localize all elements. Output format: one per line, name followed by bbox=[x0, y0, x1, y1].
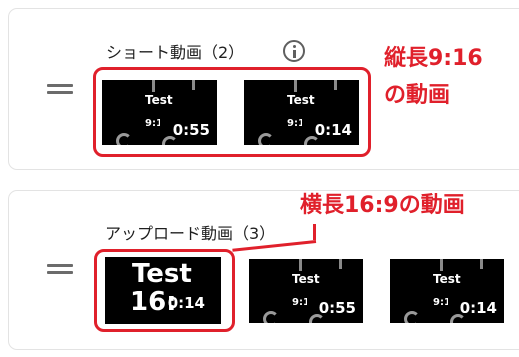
annotation-connector bbox=[313, 224, 316, 240]
video-title: Test bbox=[433, 272, 461, 286]
shorts-highlight-box bbox=[93, 67, 371, 157]
upload-video-thumbnail[interactable]: Test 9:1 0:55 bbox=[249, 259, 363, 323]
upload-video-thumbnail[interactable]: Test 9:1 0:14 bbox=[390, 259, 504, 323]
video-ratio: 9:1 bbox=[433, 297, 448, 308]
info-icon[interactable] bbox=[283, 40, 305, 62]
thumb-decoration bbox=[404, 311, 420, 323]
shorts-section-title: ショート動画（2） bbox=[106, 43, 245, 62]
video-duration: 0:14 bbox=[459, 299, 497, 317]
drag-handle-icon[interactable] bbox=[47, 82, 73, 96]
thumb-decoration bbox=[440, 259, 443, 271]
video-title: Test bbox=[292, 272, 320, 286]
vertical-annotation-line2: の動画 bbox=[384, 83, 451, 108]
thumb-decoration bbox=[263, 311, 279, 323]
video-duration: 0:55 bbox=[318, 299, 356, 317]
thumb-decoration bbox=[480, 259, 483, 269]
horizontal-highlight-box bbox=[94, 249, 235, 332]
drag-handle-icon[interactable] bbox=[47, 262, 73, 276]
horizontal-annotation: 横長16:9の動画 bbox=[300, 193, 465, 218]
thumb-decoration bbox=[299, 259, 302, 271]
thumb-decoration bbox=[339, 259, 342, 269]
video-ratio: 9:1 bbox=[292, 297, 307, 308]
uploads-section-title: アップロード動画（3） bbox=[105, 224, 276, 243]
vertical-annotation-line1: 縦長9:16 bbox=[384, 46, 483, 71]
